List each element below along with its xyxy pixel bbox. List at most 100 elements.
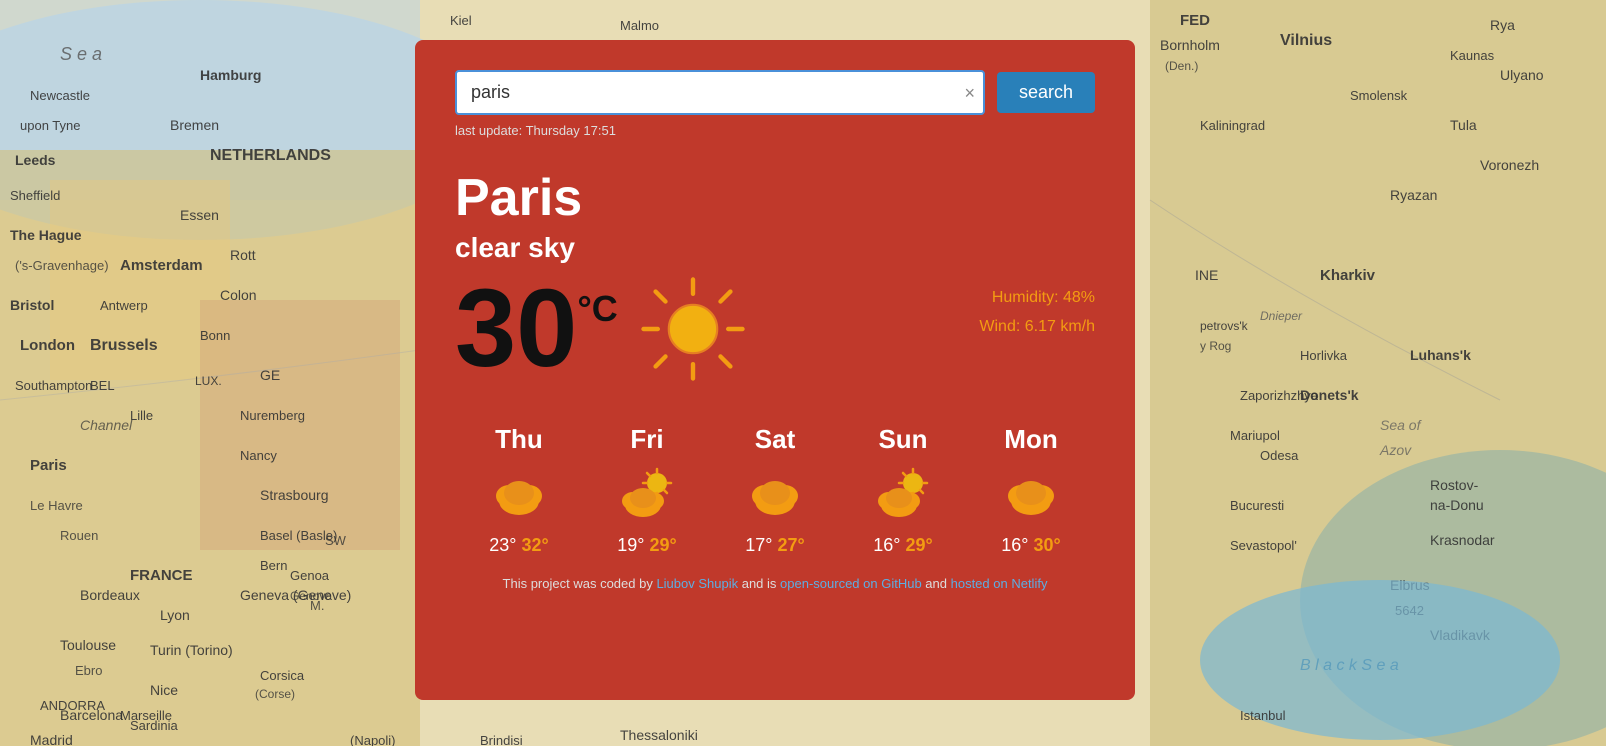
svg-text:Strasbourg: Strasbourg [260,487,328,503]
svg-text:LUX.: LUX. [195,374,222,388]
forecast-day-name-thu: Thu [495,424,543,455]
forecast-min-sun: 16° [873,535,905,555]
svg-text:Horlivka: Horlivka [1300,348,1348,363]
footer-netlify-link[interactable]: hosted on Netlify [951,576,1048,591]
svg-text:Malmo: Malmo [620,18,659,33]
svg-text:Dnieper: Dnieper [1260,309,1303,323]
svg-text:Essen: Essen [180,207,219,223]
svg-text:Genoa: Genoa [290,568,330,583]
forecast-icon-mon [999,463,1063,527]
svg-text:Sheffield: Sheffield [10,188,60,203]
svg-text:Nice: Nice [150,682,178,698]
svg-text:Lille: Lille [130,408,153,423]
svg-text:Hamburg: Hamburg [200,67,261,83]
svg-text:Amsterdam: Amsterdam [120,257,203,274]
svg-text:petrovs'k: petrovs'k [1200,319,1249,333]
forecast-temps-mon: 16° 30° [1001,535,1060,556]
forecast-max-fri: 29° [650,535,677,555]
svg-text:Nancy: Nancy [240,448,277,463]
svg-text:Southampton: Southampton [15,378,92,393]
svg-text:Bremen: Bremen [170,117,219,133]
search-button[interactable]: search [997,72,1095,113]
svg-text:upon Tyne: upon Tyne [20,118,80,133]
svg-text:The Hague: The Hague [10,227,82,243]
city-search-input[interactable] [455,70,985,115]
svg-text:Istanbul: Istanbul [1240,708,1286,723]
svg-text:Ryazan: Ryazan [1390,187,1437,203]
svg-text:na-Donu: na-Donu [1430,497,1484,513]
svg-text:(Den.): (Den.) [1165,59,1198,73]
svg-text:Rostov-: Rostov- [1430,477,1479,493]
footer-text-end: and [922,576,951,591]
footer-github-link[interactable]: open-sourced on GitHub [780,576,922,591]
svg-text:B l a c k S e a: B l a c k S e a [1300,657,1399,674]
forecast-temps-fri: 19° 29° [617,535,676,556]
svg-text:Azov: Azov [1379,442,1412,458]
svg-text:Antwerp: Antwerp [100,298,148,313]
svg-text:Brindisi: Brindisi [480,733,523,746]
svg-text:Bucuresti: Bucuresti [1230,498,1284,513]
svg-text:Barcelona: Barcelona [60,707,123,723]
svg-text:INE: INE [1195,267,1218,283]
search-row: × search [455,70,1095,115]
search-input-wrapper: × [455,70,985,115]
forecast-row: Thu 23° 32° Fri [455,414,1095,556]
svg-text:Smolensk: Smolensk [1350,88,1408,103]
svg-text:Ulyano: Ulyano [1500,67,1544,83]
forecast-max-sun: 29° [906,535,933,555]
forecast-day-thu: Thu 23° 32° [487,424,551,556]
forecast-day-fri: Fri 19° 29° [615,424,679,556]
wind-text: Wind: 6.17 km/h [979,313,1095,342]
svg-text:GE: GE [260,367,280,383]
svg-text:Leeds: Leeds [15,152,56,168]
sun-weather-icon [638,274,748,384]
forecast-day-sat: Sat 17° 27° [743,424,807,556]
forecast-min-mon: 16° [1001,535,1033,555]
svg-text:Vilnius: Vilnius [1280,32,1332,49]
forecast-day-name-fri: Fri [630,424,663,455]
svg-text:Madrid: Madrid [30,732,73,746]
svg-text:Rouen: Rouen [60,528,98,543]
svg-text:('s-Gravenhage): ('s-Gravenhage) [15,258,109,273]
forecast-icon-thu [487,463,551,527]
clear-search-button[interactable]: × [964,84,975,102]
temperature-unit: °C [577,288,617,330]
svg-text:Genova: Genova [290,589,332,603]
svg-text:Kaliningrad: Kaliningrad [1200,118,1265,133]
svg-text:Mariupol: Mariupol [1230,428,1280,443]
svg-text:(Napoli): (Napoli) [350,733,396,746]
last-update-text: last update: Thursday 17:51 [455,123,1095,138]
svg-text:Zaporizhzhya: Zaporizhzhya [1240,388,1319,403]
svg-text:Sea of: Sea of [1380,417,1423,433]
svg-text:Channel: Channel [80,417,133,433]
forecast-icon-sat [743,463,807,527]
weather-card: × search last update: Thursday 17:51 Par… [415,40,1135,700]
svg-text:Rott: Rott [230,247,256,263]
svg-text:Krasnodar: Krasnodar [1430,532,1495,548]
forecast-icon-fri [615,463,679,527]
footer-text-before: This project was coded by [503,576,657,591]
svg-text:Kharkiv: Kharkiv [1320,267,1376,284]
svg-text:S e a: S e a [60,44,102,64]
svg-text:Turin (Torino): Turin (Torino) [150,642,233,658]
current-weather-row: 30 °C Humidity: [455,274,1095,384]
svg-text:NETHERLANDS: NETHERLANDS [210,147,331,164]
forecast-max-thu: 32° [522,535,549,555]
svg-text:Le Havre: Le Havre [30,498,83,513]
svg-text:Bornholm: Bornholm [1160,37,1220,53]
svg-text:y Rog: y Rog [1200,339,1231,353]
forecast-day-name-mon: Mon [1004,424,1057,455]
humidity-text: Humidity: 48% [979,284,1095,313]
svg-text:Lyon: Lyon [160,607,190,623]
svg-text:Brussels: Brussels [90,337,158,354]
svg-text:London: London [20,337,75,354]
svg-text:Corsica: Corsica [260,668,305,683]
weather-stats: Humidity: 48% Wind: 6.17 km/h [979,284,1095,342]
forecast-day-name-sun: Sun [878,424,927,455]
svg-text:Newcastle: Newcastle [30,88,90,103]
footer-author-link[interactable]: Liubov Shupik [656,576,738,591]
svg-text:Colon: Colon [220,287,257,303]
svg-text:Toulouse: Toulouse [60,637,116,653]
svg-text:Luhans'k: Luhans'k [1410,347,1471,363]
svg-text:Ebro: Ebro [75,663,102,678]
